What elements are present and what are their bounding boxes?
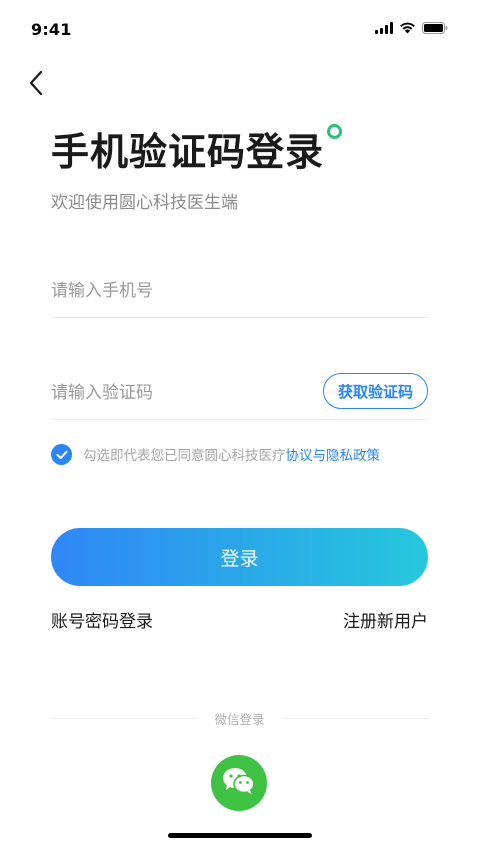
status-time: 9:41 [31, 20, 72, 39]
status-icons [375, 22, 448, 34]
verification-code-input[interactable] [51, 366, 301, 419]
back-arrow-icon [28, 70, 44, 100]
code-field: 获取验证码 [51, 366, 428, 420]
divider-line-left [51, 717, 197, 719]
agreement-checkbox[interactable] [51, 443, 72, 465]
agreement-link[interactable]: 协议与隐私政策 [286, 444, 381, 464]
agreement-text: 勾选即代表您已同意圆心科技医疗 [83, 448, 286, 464]
title-block: 手机验证码登录 [51, 124, 343, 176]
divider-label: 微信登录 [214, 711, 265, 727]
wechat-login-button[interactable] [211, 755, 267, 811]
home-indicator [168, 833, 312, 838]
signal-icon [375, 22, 393, 34]
check-icon [56, 445, 68, 464]
agreement-row: 勾选即代表您已同意圆心科技医疗 协议与隐私政策 [51, 443, 380, 465]
wechat-icon [221, 766, 257, 800]
status-bar: 9:41 [0, 0, 478, 56]
title-accent-dot [327, 124, 343, 139]
back-button[interactable] [22, 70, 50, 100]
register-link[interactable]: 注册新用户 [343, 607, 428, 632]
page-subtitle: 欢迎使用圆心科技医生端 [51, 193, 238, 213]
page-title: 手机验证码登录 [51, 130, 325, 174]
account-password-login-link[interactable]: 账号密码登录 [51, 607, 153, 632]
wifi-icon [399, 22, 416, 34]
battery-icon [422, 22, 448, 34]
login-button[interactable]: 登录 [51, 528, 428, 586]
social-divider: 微信登录 [51, 708, 429, 728]
phone-field [51, 264, 428, 318]
divider-line-right [282, 717, 429, 719]
get-code-button[interactable]: 获取验证码 [322, 373, 428, 409]
phone-input[interactable] [51, 264, 428, 317]
